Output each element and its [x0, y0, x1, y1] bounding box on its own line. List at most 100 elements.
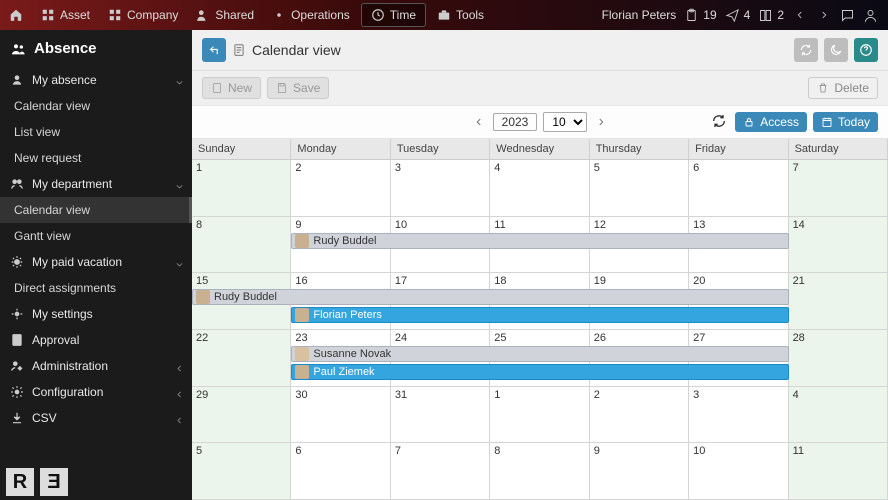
day-cell[interactable]: 21 [789, 273, 888, 329]
section-label: My department [32, 177, 112, 191]
sidebar-section[interactable]: Configuration [0, 379, 192, 405]
day-cell[interactable]: 7 [789, 160, 888, 216]
chevron-icon [175, 364, 184, 373]
sidebar-section[interactable]: My paid vacation [0, 249, 192, 275]
profile-button[interactable] [863, 8, 878, 23]
sidebar-section[interactable]: My absence [0, 67, 192, 93]
sidebar-section[interactable]: CSV [0, 405, 192, 431]
day-cell[interactable]: 8 [192, 217, 291, 273]
day-cell[interactable]: 7 [391, 443, 490, 499]
refresh-icon [799, 43, 813, 57]
nav-label: Operations [291, 8, 350, 22]
access-button[interactable]: Access [735, 112, 807, 132]
calendar-event[interactable]: Rudy Buddel [192, 289, 789, 305]
day-cell[interactable]: 8 [490, 443, 589, 499]
sidebar-subitem[interactable]: New request [0, 145, 192, 171]
chevron-icon [175, 78, 184, 87]
day-header: Monday [291, 139, 390, 159]
day-cell[interactable]: 22 [192, 330, 291, 386]
day-cell[interactable]: 30 [291, 387, 390, 443]
chevron-icon [175, 182, 184, 191]
prev-month-button[interactable] [471, 114, 487, 130]
day-cell[interactable]: 6 [689, 160, 788, 216]
sidebar-section[interactable]: My settings [0, 301, 192, 327]
section-icon [10, 385, 24, 399]
section-label: My paid vacation [32, 255, 122, 269]
nav-asset[interactable]: Asset [32, 0, 99, 30]
calendar-event[interactable]: Rudy Buddel [291, 233, 788, 249]
up-button[interactable] [202, 38, 226, 62]
day-cell[interactable]: 4 [490, 160, 589, 216]
help-button[interactable] [854, 38, 878, 62]
section-icon [10, 359, 24, 373]
day-cell[interactable]: 1 [192, 160, 291, 216]
day-cell[interactable]: 28 [789, 330, 888, 386]
refresh-icon [711, 113, 727, 129]
sidebar-subitem[interactable]: Calendar view [0, 93, 192, 119]
section-icon [10, 333, 24, 347]
calendar-event[interactable]: Paul Ziemek [291, 364, 788, 380]
calendar-event[interactable]: Florian Peters [291, 307, 788, 323]
chat-icon [840, 8, 855, 23]
calendar: SundayMondayTuesdayWednesdayThursdayFrid… [192, 139, 888, 500]
sidebar-section[interactable]: Administration [0, 353, 192, 379]
clock-icon [371, 8, 385, 22]
section-label: Configuration [32, 385, 103, 399]
day-cell[interactable]: 31 [391, 387, 490, 443]
nav-label: Shared [215, 8, 254, 22]
day-cell[interactable]: 4 [789, 387, 888, 443]
chat-button[interactable] [840, 8, 855, 23]
day-cell[interactable]: 2 [590, 387, 689, 443]
next-month-button[interactable] [593, 114, 609, 130]
nav-operations[interactable]: Operations [263, 0, 359, 30]
moon-button[interactable] [824, 38, 848, 62]
clipboard-counter[interactable]: 19 [684, 8, 716, 23]
nav-shared[interactable]: Shared [187, 0, 263, 30]
today-button[interactable]: Today [813, 112, 878, 132]
sidebar-subitem[interactable]: List view [0, 119, 192, 145]
day-header: Saturday [789, 139, 888, 159]
user-name[interactable]: Florian Peters [602, 8, 677, 22]
send-icon [725, 8, 740, 23]
month-select[interactable]: 10 [543, 112, 587, 132]
next-button[interactable] [816, 7, 832, 23]
brand-logo: R Ǝ [6, 468, 68, 496]
nav-time[interactable]: Time [361, 3, 426, 27]
chevron-icon [175, 390, 184, 399]
sidebar-subitem[interactable]: Calendar view [0, 197, 192, 223]
logo-r: R [6, 468, 34, 496]
day-cell[interactable]: 9 [590, 443, 689, 499]
day-cell[interactable]: 1 [490, 387, 589, 443]
sidebar-subitem[interactable]: Gantt view [0, 223, 192, 249]
book-counter[interactable]: 2 [758, 8, 784, 23]
delete-button[interactable]: Delete [808, 77, 878, 99]
topnav-left: Asset Company Shared Operations Time Too… [0, 0, 493, 30]
refresh-calendar-button[interactable] [711, 113, 729, 131]
year-input[interactable]: 2023 [493, 113, 538, 131]
sidebar-section[interactable]: My department [0, 171, 192, 197]
nav-tools[interactable]: Tools [428, 0, 493, 30]
day-cell[interactable]: 5 [192, 443, 291, 499]
home-button[interactable] [0, 0, 32, 30]
sidebar-subitem[interactable]: Direct assignments [0, 275, 192, 301]
day-cell[interactable]: 2 [291, 160, 390, 216]
day-cell[interactable]: 3 [391, 160, 490, 216]
day-cell[interactable]: 10 [689, 443, 788, 499]
nav-company[interactable]: Company [99, 0, 187, 30]
section-label: Approval [32, 333, 79, 347]
day-cell[interactable]: 5 [590, 160, 689, 216]
sidebar-section[interactable]: Approval [0, 327, 192, 353]
chevron-right-icon [819, 10, 829, 20]
week-row: 2930311234 [192, 387, 888, 444]
calendar-event[interactable]: Susanne Novak [291, 346, 788, 362]
day-cell[interactable]: 29 [192, 387, 291, 443]
prev-button[interactable] [792, 7, 808, 23]
day-cell[interactable]: 3 [689, 387, 788, 443]
day-cell[interactable]: 14 [789, 217, 888, 273]
week-row: 22232425262728Susanne NovakPaul Ziemek [192, 330, 888, 387]
day-cell[interactable]: 11 [789, 443, 888, 499]
avatar [295, 234, 309, 248]
send-counter[interactable]: 4 [725, 8, 751, 23]
day-cell[interactable]: 6 [291, 443, 390, 499]
refresh-header-button[interactable] [794, 38, 818, 62]
